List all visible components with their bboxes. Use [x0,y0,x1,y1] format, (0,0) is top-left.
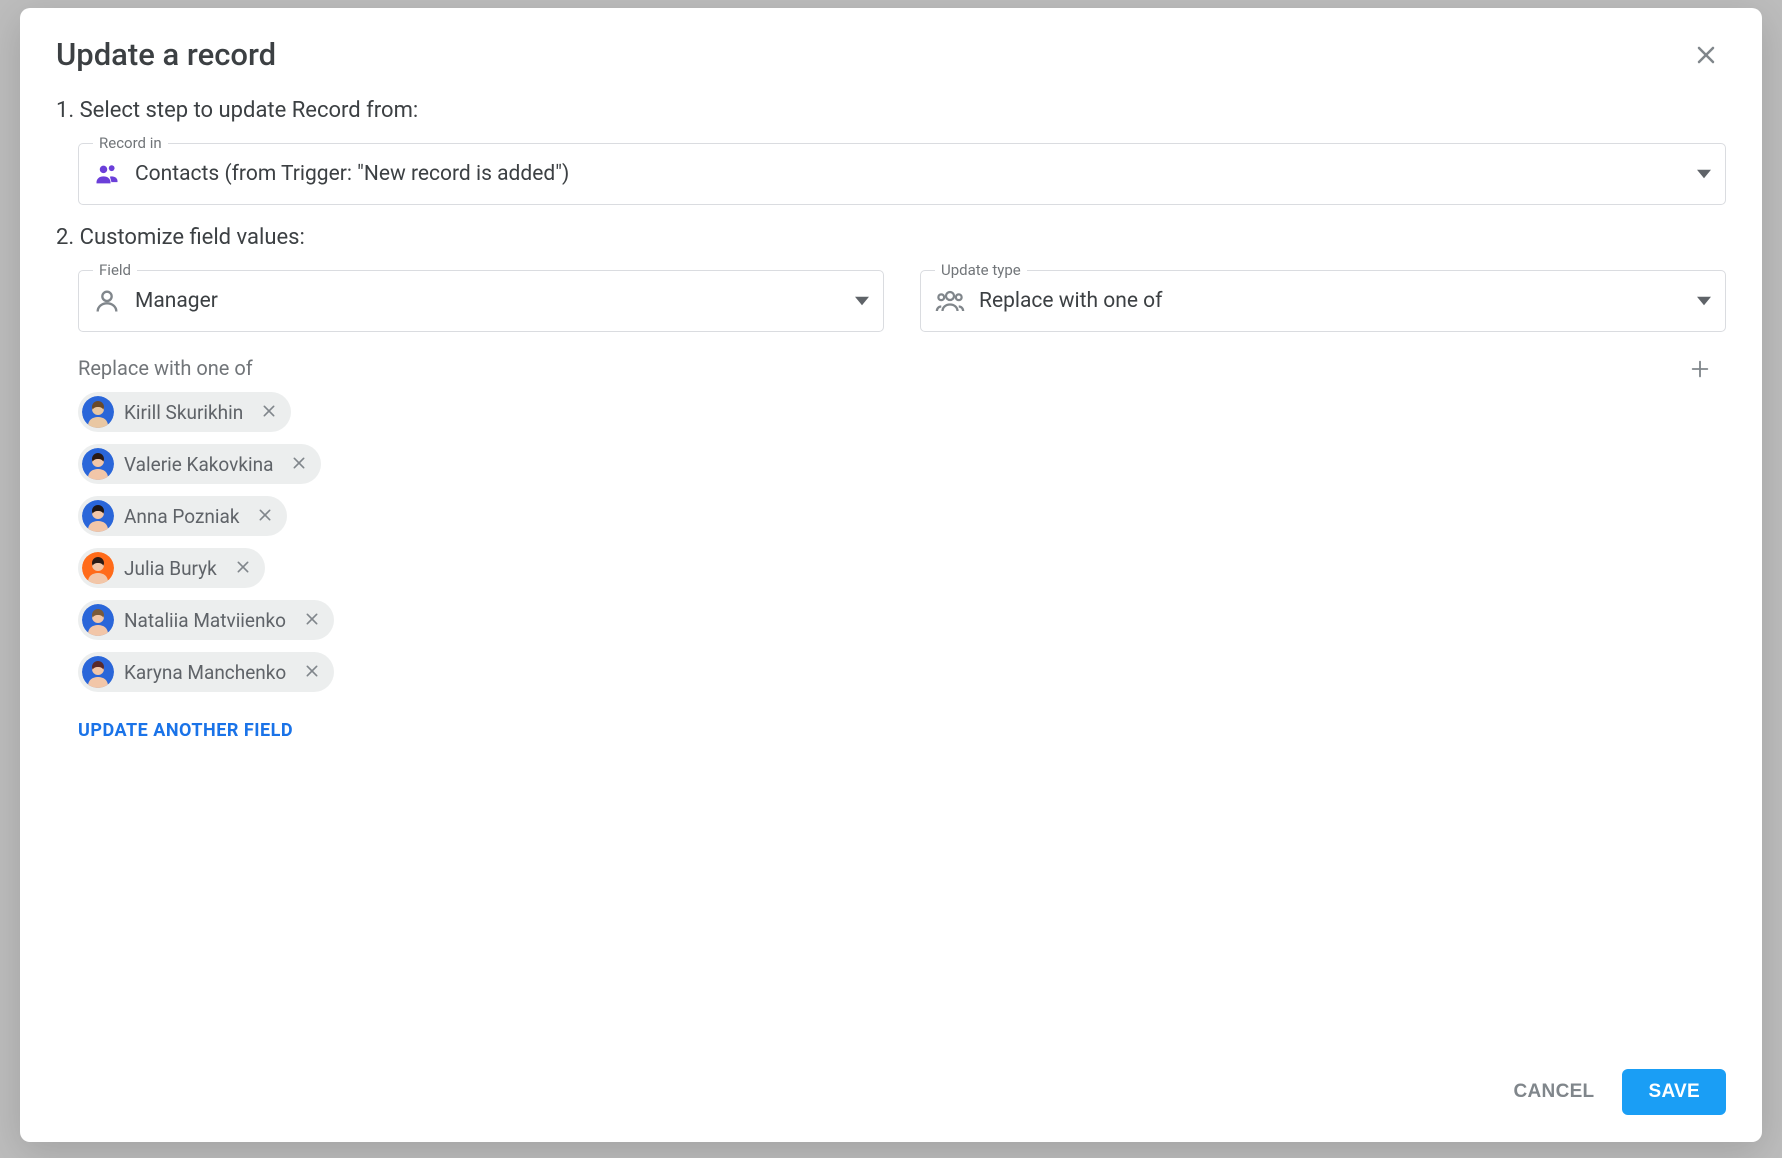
avatar [82,604,114,636]
update-type-select[interactable]: Update type Replace with one of [920,270,1726,332]
replace-with-label: Replace with one of [78,356,1726,380]
chevron-down-icon [855,294,869,308]
field-select[interactable]: Field Manager [78,270,884,332]
close-icon [235,559,251,578]
person-chip: Karyna Manchenko [78,652,334,692]
remove-person-button[interactable] [287,452,311,476]
avatar [82,396,114,428]
remove-person-button[interactable] [300,608,324,632]
add-person-button[interactable] [1682,352,1718,388]
remove-person-button[interactable] [257,400,281,424]
record-in-legend: Record in [93,134,168,152]
avatar [82,552,114,584]
close-icon [291,455,307,474]
close-icon [261,403,277,422]
person-name: Julia Buryk [124,557,217,580]
step-2-heading: 2. Customize field values: [56,225,1726,250]
person-chip: Julia Buryk [78,548,265,588]
avatar [82,500,114,532]
person-chip: Kirill Skurikhin [78,392,291,432]
chevron-down-icon [1697,167,1711,181]
remove-person-button[interactable] [253,504,277,528]
modal-title: Update a record [56,36,276,73]
close-icon [257,507,273,526]
field-value: Manager [135,289,855,313]
modal-footer: CANCEL SAVE [56,1058,1726,1142]
person-icon [93,287,121,315]
remove-person-button[interactable] [231,556,255,580]
person-name: Kirill Skurikhin [124,401,243,424]
modal-header: Update a record [56,36,1726,76]
person-chip: Valerie Kakovkina [78,444,321,484]
cancel-button[interactable]: CANCEL [1496,1069,1613,1115]
avatar [82,448,114,480]
person-name: Anna Pozniak [124,505,239,528]
step-1-heading: 1. Select step to update Record from: [56,98,1726,123]
close-button[interactable] [1686,36,1726,76]
close-icon [1694,43,1718,70]
people-icon [935,286,965,316]
close-icon [304,611,320,630]
record-in-select[interactable]: Record in Contacts (from Trigger: "New r… [78,143,1726,205]
modal-update-record: Update a record 1. Select step to update… [20,8,1762,1142]
remove-person-button[interactable] [300,660,324,684]
close-icon [304,663,320,682]
update-another-field-button[interactable]: UPDATE ANOTHER FIELD [78,720,1726,736]
person-name: Nataliia Matviienko [124,609,286,632]
modal-body: 1. Select step to update Record from: Re… [56,98,1726,1058]
person-name: Karyna Manchenko [124,661,286,684]
replace-with-section: Replace with one of Kirill Skurikhin Vale… [78,356,1726,692]
field-legend: Field [93,261,137,279]
chevron-down-icon [1697,294,1711,308]
person-name: Valerie Kakovkina [124,453,273,476]
avatar [82,656,114,688]
plus-icon [1689,358,1711,383]
update-type-legend: Update type [935,261,1027,279]
save-button[interactable]: SAVE [1622,1069,1726,1115]
person-chip: Anna Pozniak [78,496,287,536]
person-chip: Nataliia Matviienko [78,600,334,640]
update-type-value: Replace with one of [979,289,1697,313]
record-in-value: Contacts (from Trigger: "New record is a… [135,162,1697,186]
contacts-icon [93,160,121,188]
person-chip-list: Kirill Skurikhin Valerie Kakovkina Anna Po… [78,392,1726,692]
